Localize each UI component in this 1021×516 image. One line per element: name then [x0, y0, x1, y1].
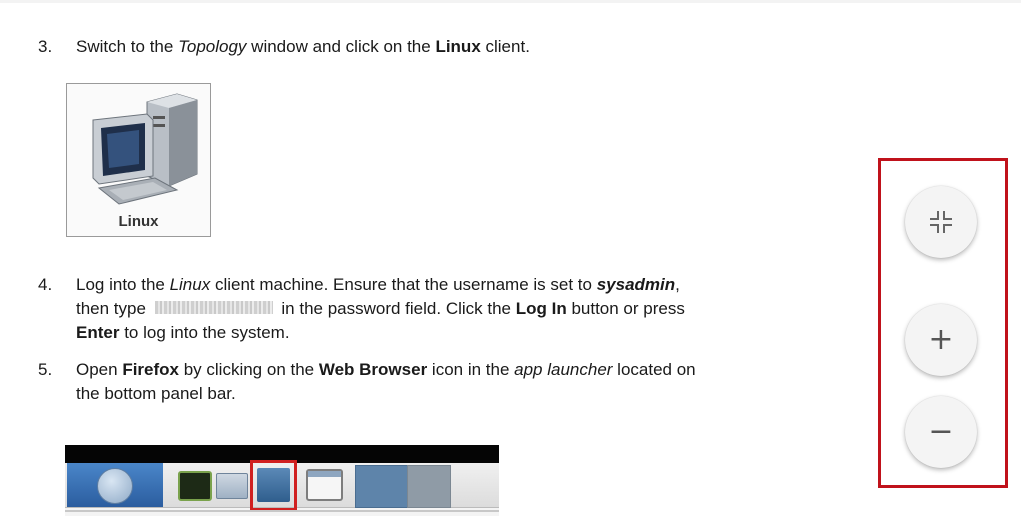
computer-icon	[92, 93, 198, 205]
panel-bar-image	[65, 445, 499, 516]
step-text: Switch to the Topology window and click …	[76, 37, 530, 56]
linux-client-icon[interactable]: Linux	[66, 83, 211, 237]
step-number: 3.	[38, 37, 53, 56]
fit-to-screen-button[interactable]	[905, 186, 977, 258]
step-text: Log into the Linux client machine. Ensur…	[76, 275, 685, 342]
redacted-password	[154, 301, 273, 315]
step-4: 4. Log into the Linux client machine. En…	[38, 273, 878, 345]
folder-icon	[216, 473, 248, 499]
zoom-out-button[interactable]: −	[905, 396, 977, 468]
linux-label: Linux	[118, 213, 159, 230]
app-launcher-icon	[67, 463, 163, 507]
step-3: 3. Switch to the Topology window and cli…	[38, 35, 838, 59]
terminal-icon	[178, 471, 212, 501]
workspace-tile	[407, 465, 451, 508]
step-number: 4.	[38, 275, 53, 294]
top-divider	[0, 0, 1021, 3]
step-5: 5. Open Firefox by clicking on the Web B…	[38, 358, 878, 406]
fullscreen-exit-icon	[930, 211, 952, 233]
zoom-in-button[interactable]: +	[905, 304, 977, 376]
step-number: 5.	[38, 360, 53, 379]
workspace-tile	[355, 465, 409, 508]
web-browser-highlight	[250, 460, 297, 511]
step-text: Open Firefox by clicking on the Web Brow…	[76, 360, 696, 403]
minus-icon: −	[928, 414, 954, 449]
window-icon	[306, 469, 343, 501]
plus-icon: +	[928, 322, 954, 357]
